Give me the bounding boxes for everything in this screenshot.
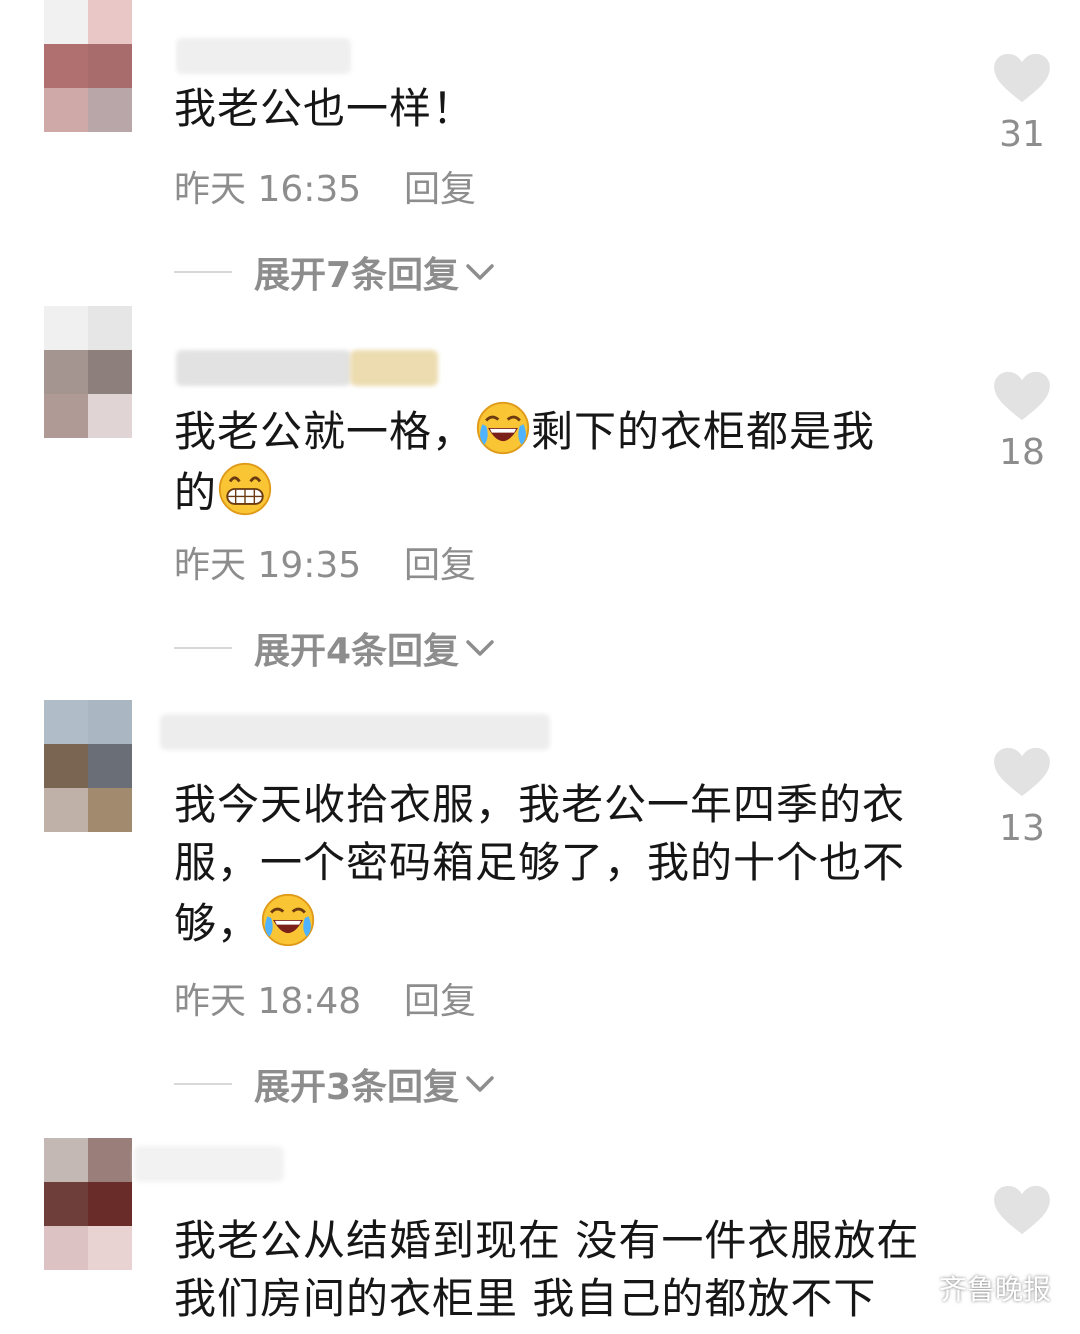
reply-button[interactable]: 回复 <box>404 536 476 588</box>
rolling-laugh-emoji <box>475 400 531 456</box>
comment-meta: 昨天 19:35 回复 <box>174 536 476 588</box>
reply-button[interactable]: 回复 <box>404 972 476 1024</box>
avatar-top-blur <box>44 0 132 44</box>
expand-replies-button[interactable]: 展开4条回复 <box>174 622 495 674</box>
comment-text: 我老公从结婚到现在 没有一件衣服放在 我们房间的衣柜里 我自己的都放不下 <box>174 1216 920 1323</box>
expand-replies-button[interactable]: 展开3条回复 <box>174 1058 495 1110</box>
heart-icon[interactable] <box>992 370 1052 422</box>
expand-replies-label: 展开4条回复 <box>254 631 460 672</box>
heart-icon[interactable] <box>992 52 1052 104</box>
like-button[interactable]: 13 <box>990 746 1054 849</box>
like-button[interactable]: 18 <box>990 370 1054 473</box>
comment-text: 我今天收拾衣服，我老公一年四季的衣 服，一个密码箱足够了，我的十个也不 够， <box>174 780 906 948</box>
expand-replies-label: 展开7条回复 <box>254 255 460 296</box>
like-count: 31 <box>999 114 1045 155</box>
avatar-lower <box>44 788 132 832</box>
like-count: 18 <box>999 432 1045 473</box>
divider-line <box>174 1083 232 1085</box>
chevron-down-icon <box>465 638 495 658</box>
chevron-down-icon <box>465 262 495 282</box>
expand-replies-label: 展开3条回复 <box>254 1067 460 1108</box>
expand-replies-button[interactable]: 展开7条回复 <box>174 246 495 298</box>
like-count: 13 <box>999 808 1045 849</box>
comment-time: 昨天 16:35 <box>174 169 362 210</box>
rolling-laugh-emoji <box>260 892 316 948</box>
heart-icon[interactable] <box>992 1184 1052 1236</box>
heart-icon[interactable] <box>992 746 1052 798</box>
avatar-lower <box>44 1226 132 1270</box>
comment-time: 昨天 18:48 <box>174 981 362 1022</box>
comment-meta: 昨天 16:35 回复 <box>174 160 476 212</box>
like-button[interactable]: 31 <box>990 52 1054 155</box>
divider-line <box>174 271 232 273</box>
username-blurred[interactable] <box>134 1146 284 1182</box>
avatar-lower <box>44 394 132 438</box>
username-blurred[interactable] <box>160 714 550 750</box>
avatar[interactable] <box>44 306 132 394</box>
watermark: 齐鲁晚报 <box>893 1268 1051 1308</box>
divider-line <box>174 647 232 649</box>
like-button[interactable] <box>990 1184 1054 1240</box>
comment-time: 昨天 19:35 <box>174 545 362 586</box>
comment-meta: 昨天 18:48 回复 <box>174 972 476 1024</box>
username-blurred[interactable] <box>176 38 351 74</box>
watermark-text: 齐鲁晚报 <box>939 1273 1052 1306</box>
comment-text: 我老公就一格， 剩下的衣柜都是我 的 <box>174 400 944 522</box>
reply-button[interactable]: 回复 <box>404 160 476 212</box>
chevron-down-icon <box>465 1074 495 1094</box>
avatar[interactable] <box>44 1138 132 1226</box>
avatar[interactable] <box>44 700 132 788</box>
grin-emoji <box>217 461 273 517</box>
username-blurred-emoji <box>350 350 438 386</box>
avatar[interactable] <box>44 44 132 132</box>
wechat-icon <box>893 1273 932 1301</box>
comment-text: 我老公也一样！ <box>174 84 476 133</box>
username-blurred[interactable] <box>176 350 351 386</box>
